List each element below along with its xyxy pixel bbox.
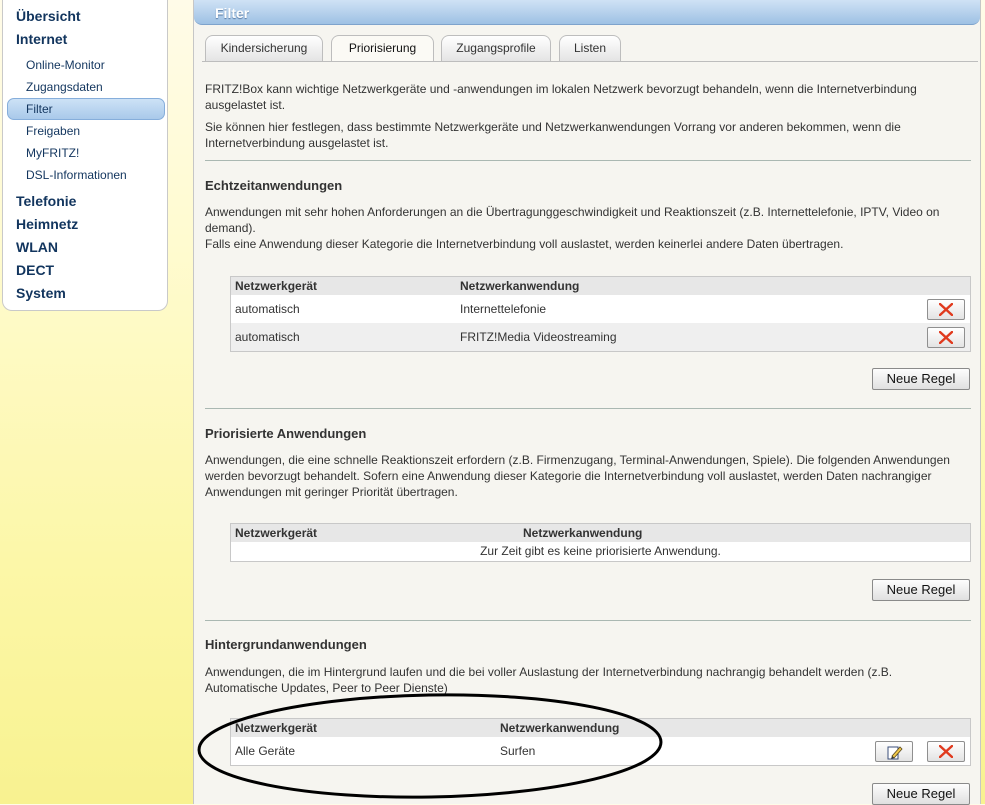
table-header: Netzwerkgerät Netzwerkanwendung bbox=[231, 277, 970, 295]
intro-text-1: FRITZ!Box kann wichtige Netzwerkgeräte u… bbox=[205, 82, 917, 112]
new-rule-button-realtime[interactable]: Neue Regel bbox=[872, 368, 970, 390]
delete-x-icon bbox=[939, 303, 953, 316]
table-header: Netzwerkgerät Netzwerkanwendung bbox=[231, 524, 970, 542]
row-device: Alle Geräte bbox=[235, 744, 296, 758]
new-rule-button-background[interactable]: Neue Regel bbox=[872, 783, 970, 805]
table-row: automatisch Internettelefonie bbox=[231, 295, 970, 323]
tab-listen[interactable]: Listen bbox=[559, 35, 621, 61]
sidebar-item-myfritz[interactable]: MyFRITZ! bbox=[26, 146, 79, 160]
table-row: Alle Geräte Surfen bbox=[231, 737, 970, 765]
sidebar-item-dsl-informationen[interactable]: DSL-Informationen bbox=[26, 168, 127, 182]
row-app: Internettelefonie bbox=[460, 302, 547, 316]
column-header-device: Netzwerkgerät bbox=[235, 526, 318, 540]
sidebar-item-heimnetz[interactable]: Heimnetz bbox=[16, 216, 78, 232]
delete-x-icon bbox=[939, 745, 953, 758]
tab-divider bbox=[202, 61, 978, 62]
tab-priorisierung[interactable]: Priorisierung bbox=[331, 35, 434, 62]
section-title-realtime: Echtzeitanwendungen bbox=[205, 178, 343, 193]
sidebar-item-system[interactable]: System bbox=[16, 285, 66, 301]
sidebar-item-freigaben[interactable]: Freigaben bbox=[26, 124, 80, 138]
column-header-device: Netzwerkgerät bbox=[235, 279, 318, 293]
column-header-app: Netzwerkanwendung bbox=[523, 526, 643, 540]
table-header: Netzwerkgerät Netzwerkanwendung bbox=[231, 719, 970, 737]
prioritized-rules-table: Netzwerkgerät Netzwerkanwendung Zur Zeit… bbox=[230, 523, 971, 562]
section-desc-prioritized: Anwendungen, die eine schnelle Reaktions… bbox=[205, 453, 950, 499]
tab-kindersicherung[interactable]: Kindersicherung bbox=[205, 35, 323, 61]
sidebar-item-zugangsdaten[interactable]: Zugangsdaten bbox=[26, 80, 103, 94]
delete-x-icon bbox=[939, 331, 953, 344]
sidebar-item-online-monitor[interactable]: Online-Monitor bbox=[26, 58, 105, 72]
row-app: FRITZ!Media Videostreaming bbox=[460, 330, 617, 344]
sidebar-item-telefonie[interactable]: Telefonie bbox=[16, 193, 76, 209]
edit-button[interactable] bbox=[875, 741, 913, 762]
section-desc-realtime: Anwendungen mit sehr hohen Anforderungen… bbox=[205, 205, 940, 235]
delete-button[interactable] bbox=[927, 299, 965, 320]
row-device: automatisch bbox=[235, 302, 300, 316]
new-rule-button-prioritized[interactable]: Neue Regel bbox=[872, 579, 970, 601]
section-title-prioritized: Priorisierte Anwendungen bbox=[205, 426, 367, 441]
section-desc-realtime-2: Falls eine Anwendung dieser Kategorie di… bbox=[205, 237, 844, 251]
delete-button[interactable] bbox=[927, 741, 965, 762]
background-rules-table: Netzwerkgerät Netzwerkanwendung Alle Ger… bbox=[230, 718, 971, 766]
column-header-app: Netzwerkanwendung bbox=[460, 279, 580, 293]
realtime-rules-table: Netzwerkgerät Netzwerkanwendung automati… bbox=[230, 276, 971, 352]
page-title: Filter bbox=[215, 5, 250, 21]
page-header: Filter bbox=[194, 0, 980, 25]
sidebar-item-dect[interactable]: DECT bbox=[16, 262, 54, 278]
sidebar-item-uebersicht[interactable]: Übersicht bbox=[16, 8, 81, 24]
sidebar-item-internet[interactable]: Internet bbox=[16, 31, 67, 47]
column-header-device: Netzwerkgerät bbox=[235, 721, 318, 735]
section-title-background: Hintergrundanwendungen bbox=[205, 637, 367, 652]
row-app: Surfen bbox=[500, 744, 536, 758]
column-header-app: Netzwerkanwendung bbox=[500, 721, 620, 735]
sidebar-nav: Übersicht Internet Online-Monitor Zugang… bbox=[2, 0, 168, 311]
section-divider bbox=[205, 620, 971, 621]
edit-pencil-icon bbox=[887, 746, 903, 760]
main-panel: Filter Kindersicherung Priorisierung Zug… bbox=[193, 0, 981, 805]
section-divider bbox=[205, 160, 971, 161]
tab-zugangsprofile[interactable]: Zugangsprofile bbox=[441, 35, 551, 61]
sidebar-item-wlan[interactable]: WLAN bbox=[16, 239, 58, 255]
sidebar-item-filter[interactable]: Filter bbox=[26, 102, 53, 116]
section-divider bbox=[205, 408, 971, 409]
table-row: automatisch FRITZ!Media Videostreaming bbox=[231, 323, 970, 351]
delete-button[interactable] bbox=[927, 327, 965, 348]
row-device: automatisch bbox=[235, 330, 300, 344]
section-desc-background: Anwendungen, die im Hintergrund laufen u… bbox=[205, 665, 893, 695]
intro-text-2: Sie können hier festlegen, dass bestimmt… bbox=[205, 120, 901, 150]
empty-table-message: Zur Zeit gibt es keine priorisierte Anwe… bbox=[480, 544, 721, 558]
